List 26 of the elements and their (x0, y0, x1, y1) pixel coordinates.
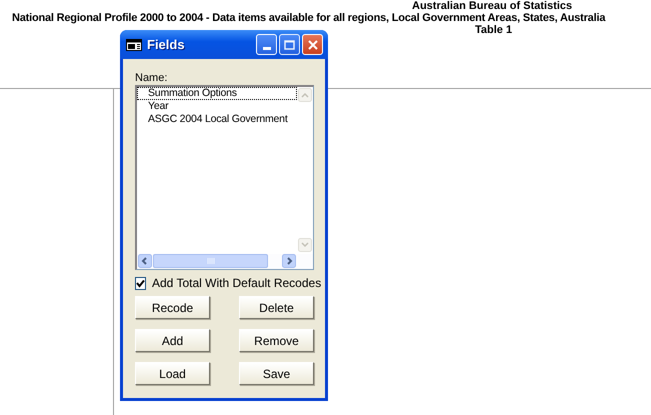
checkbox-label: Add Total With Default Recodes (152, 276, 322, 290)
list-item[interactable]: Summation Options (137, 87, 297, 100)
dialog-button[interactable]: Save (239, 362, 314, 385)
list-item[interactable]: Year (137, 100, 297, 113)
report-heading: Table 1 (475, 24, 514, 36)
report-heading: National Regional Profile 2000 to 2004 - Data items available for all regions, Local Government Areas, States, Australia (12, 12, 606, 24)
window-icon (126, 38, 142, 50)
minimize-icon (262, 47, 270, 50)
list-label: Name: (135, 72, 168, 84)
minimize-button[interactable] (256, 34, 277, 55)
report-heading: Australian Bureau of Statistics (412, 0, 574, 12)
field-list[interactable]: Summation Options Year ASGC 2004 Local Government (135, 85, 314, 270)
checkbox[interactable] (135, 276, 146, 290)
dialog-button[interactable]: Recode (135, 296, 210, 319)
dialog-button[interactable]: Load (135, 362, 210, 385)
maximize-icon (284, 40, 295, 50)
dialog-button[interactable]: Delete (239, 296, 314, 319)
close-button[interactable] (302, 34, 323, 55)
close-icon (308, 40, 318, 50)
window-title: Fields (147, 37, 185, 52)
dialog-button[interactable]: Add (135, 329, 210, 352)
list-item[interactable]: ASGC 2004 Local Government (137, 113, 297, 126)
scroll-thumb[interactable] (153, 254, 268, 268)
maximize-button[interactable] (279, 34, 300, 55)
dialog-button[interactable]: Remove (239, 329, 314, 352)
grip-icon (206, 258, 214, 264)
